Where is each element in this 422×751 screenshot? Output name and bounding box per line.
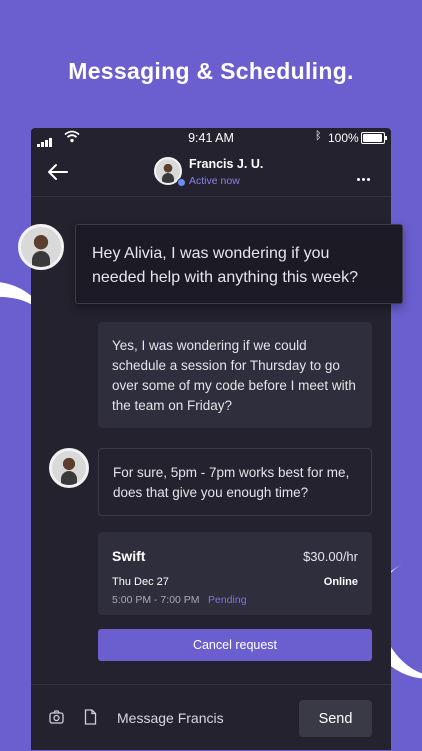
booking-subject: Swift xyxy=(112,548,146,564)
back-arrow-icon[interactable] xyxy=(47,161,69,183)
status-bar: 9:41 AM ᛒ 100% xyxy=(31,128,391,148)
phone-screen: 9:41 AM ᛒ 100% Francis J. U. Active now … xyxy=(18,128,403,751)
bluetooth-icon: ᛒ xyxy=(315,130,322,142)
booking-mode: Online xyxy=(323,576,358,588)
file-attach-icon[interactable] xyxy=(84,709,97,725)
battery-percentage: 100% xyxy=(328,131,359,145)
camera-icon[interactable] xyxy=(49,710,64,724)
sender-avatar[interactable] xyxy=(49,448,89,488)
booking-hours: 5:00 PM - 7:00 PM xyxy=(112,594,200,606)
more-options-icon[interactable] xyxy=(357,168,372,186)
contact-status: Active now xyxy=(189,175,240,187)
battery-icon xyxy=(361,132,387,144)
booking-date: Thu Dec 27 xyxy=(112,576,169,588)
headline: Messaging & Scheduling. xyxy=(68,58,354,84)
cancel-request-button[interactable]: Cancel request xyxy=(98,629,372,661)
booking-status-badge: Pending xyxy=(208,594,247,606)
message-composer: Send xyxy=(31,684,391,751)
message-bubble-outgoing: Yes, I was wondering if we could schedul… xyxy=(98,322,372,428)
send-button[interactable]: Send xyxy=(299,700,372,737)
booking-card[interactable]: Swift $30.00/hr Thu Dec 27 Online 5:00 P… xyxy=(98,532,372,615)
contact-name[interactable]: Francis J. U. xyxy=(189,157,263,171)
booking-price: $30.00/hr xyxy=(303,549,358,564)
online-indicator xyxy=(177,178,186,187)
message-input[interactable] xyxy=(111,703,303,733)
chat-header: Francis J. U. Active now xyxy=(31,148,391,197)
sender-avatar[interactable] xyxy=(18,224,64,270)
message-bubble-incoming: Hey Alivia, I was wondering if you neede… xyxy=(75,224,403,304)
message-bubble-incoming: For sure, 5pm - 7pm works best for me, d… xyxy=(98,448,372,516)
